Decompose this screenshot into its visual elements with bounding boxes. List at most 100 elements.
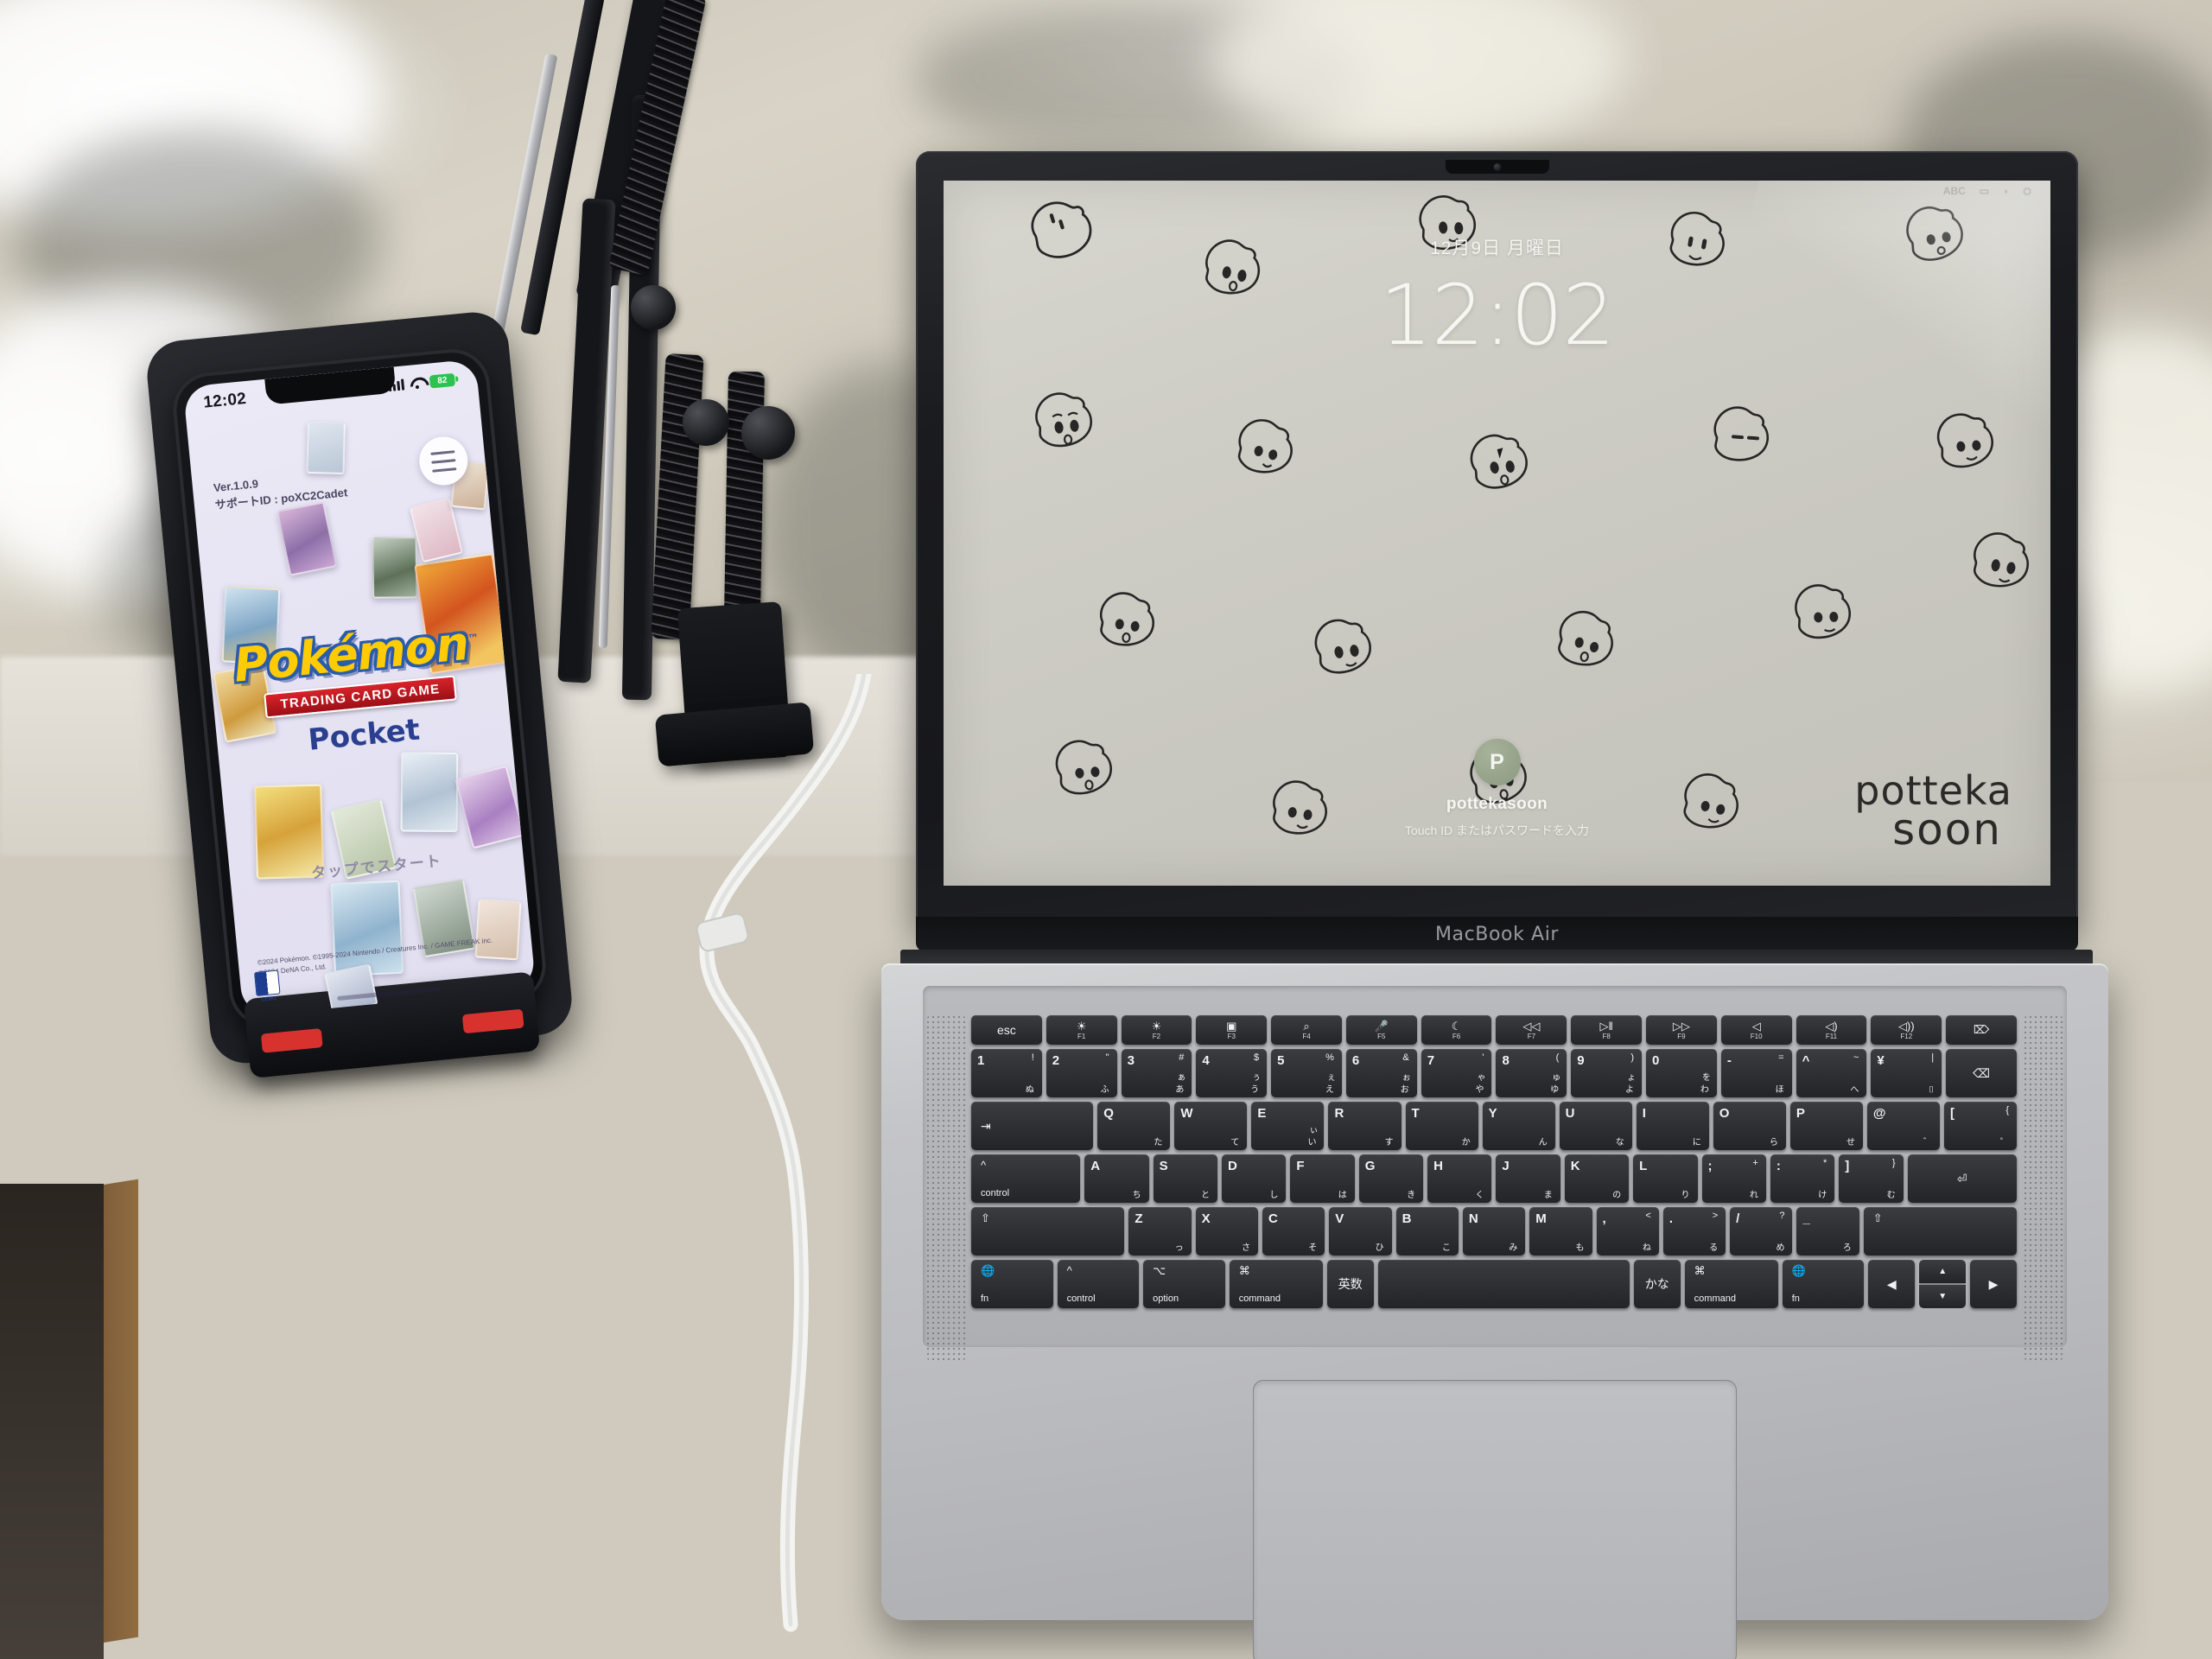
- key-control-bottom[interactable]: ^ control: [1057, 1260, 1140, 1308]
- arm-knob-joint[interactable]: [741, 406, 795, 460]
- key-shift-right[interactable]: ⇧: [1863, 1207, 2018, 1255]
- key-bracket-right[interactable]: ]} む: [1839, 1154, 1904, 1203]
- trackpad[interactable]: [1253, 1380, 1737, 1659]
- key-c[interactable]: Cそ: [1262, 1207, 1325, 1255]
- key-arrow-right[interactable]: ▶: [1970, 1260, 2017, 1308]
- key-y[interactable]: Yん: [1482, 1102, 1555, 1150]
- battery-icon[interactable]: ▭: [1980, 185, 1989, 197]
- keyboard-modifier-row[interactable]: 🌐 fn ^ control ⌥ option ⌘ command 英数 かな ⌘ com…: [971, 1260, 2017, 1308]
- key-f12-volume-up[interactable]: ◁)) F12: [1871, 1015, 1942, 1045]
- key-p[interactable]: Pせ: [1789, 1102, 1863, 1150]
- key-period[interactable]: . > る: [1662, 1207, 1726, 1255]
- key-return[interactable]: ⏎: [1907, 1154, 2017, 1203]
- key-yen[interactable]: ¥ | ⌷: [1871, 1049, 1942, 1097]
- user-avatar[interactable]: P: [1473, 739, 1521, 785]
- key-j[interactable]: Jま: [1496, 1154, 1560, 1203]
- key-z[interactable]: Zっ: [1128, 1207, 1192, 1255]
- key-minus[interactable]: - = ほ: [1720, 1049, 1792, 1097]
- key-f5-dictation-mic[interactable]: 🎤 F5: [1345, 1015, 1417, 1045]
- control-center-icon[interactable]: ⛭: [2023, 185, 2031, 198]
- keyboard-top-letter-row[interactable]: ⇥ Qた Wて Eぃい Rす Tか Yん Uな Iに Oら Pせ @ ゛ [{゜: [971, 1102, 2018, 1150]
- key-arrow-up[interactable]: ▲: [1919, 1260, 1967, 1283]
- key-f8-play-pause[interactable]: ▷ǁ F8: [1571, 1015, 1643, 1045]
- key-l[interactable]: Lり: [1633, 1154, 1698, 1203]
- key-w[interactable]: Wて: [1174, 1102, 1248, 1150]
- macbook-base: esc ☀ F1 ☀ F2 ▣ F3 ⌕ F4 🎤 F5 ☾ F6 ◁◁ F7 ▷ǁ F8 ▷▷…: [881, 963, 2108, 1659]
- key-h[interactable]: Hく: [1427, 1154, 1492, 1203]
- key-o[interactable]: Oら: [1713, 1102, 1786, 1150]
- macbook-display[interactable]: ABC ▭ ◗ ⛭ 12月9日 月曜日 12:02 P pottekasoon …: [944, 181, 2050, 886]
- key-u[interactable]: Uな: [1559, 1102, 1632, 1150]
- key-f2-brightness-up[interactable]: ☀ F2: [1121, 1015, 1192, 1045]
- key-m[interactable]: Mも: [1529, 1207, 1592, 1255]
- key-4[interactable]: 4 $ ぅう: [1196, 1049, 1268, 1097]
- key-f9-next-track[interactable]: ▷▷ F9: [1646, 1015, 1717, 1045]
- key-arrow-left[interactable]: ◀: [1868, 1260, 1916, 1308]
- key-s[interactable]: Sと: [1153, 1154, 1217, 1203]
- key-9[interactable]: 9) ょよ: [1571, 1049, 1643, 1097]
- wallpaper-blob: [1542, 600, 1629, 685]
- key-option-left[interactable]: ⌥ option: [1143, 1260, 1225, 1308]
- key-7[interactable]: 7 ' ゃや: [1421, 1049, 1492, 1097]
- key-caret[interactable]: ^ ~ へ: [1796, 1049, 1867, 1097]
- key-touch-id-power[interactable]: ⌦: [1946, 1015, 2017, 1045]
- key-space[interactable]: [1377, 1260, 1630, 1308]
- key-f1-brightness-down[interactable]: ☀ F1: [1046, 1015, 1117, 1045]
- key-r[interactable]: Rす: [1328, 1102, 1402, 1150]
- arm-knob-lower[interactable]: [683, 399, 729, 446]
- key-command-left[interactable]: ⌘ command: [1229, 1260, 1323, 1308]
- key-arrow-down[interactable]: ▼: [1919, 1285, 1967, 1308]
- arm-knob-upper[interactable]: [631, 285, 676, 330]
- key-arrow-up-down[interactable]: ▲ ▼: [1919, 1260, 1967, 1308]
- keyboard-well: esc ☀ F1 ☀ F2 ▣ F3 ⌕ F4 🎤 F5 ☾ F6 ◁◁ F7 ▷ǁ F8 ▷▷…: [923, 986, 2067, 1361]
- key-command-right[interactable]: ⌘ command: [1684, 1260, 1778, 1308]
- key-f4-spotlight-search[interactable]: ⌕ F4: [1271, 1015, 1342, 1045]
- key-e[interactable]: Eぃい: [1251, 1102, 1325, 1150]
- wallpaper-blob: [1783, 575, 1864, 653]
- key-g[interactable]: Gき: [1358, 1154, 1424, 1203]
- key-8[interactable]: 8(ゅゆ: [1496, 1049, 1567, 1097]
- keyboard-bottom-letter-row[interactable]: ⇧ Zっ Xさ Cそ Vひ Bこ Nみ Mも , < ね . > る /? め _ ろ ⇧: [971, 1207, 2018, 1255]
- key-n[interactable]: Nみ: [1462, 1207, 1526, 1255]
- key-colon[interactable]: : * け: [1770, 1154, 1835, 1203]
- key-5[interactable]: 5% ぇえ: [1271, 1049, 1342, 1097]
- key-fn-globe-right[interactable]: 🌐 fn: [1782, 1260, 1865, 1308]
- keyboard-function-row[interactable]: esc ☀ F1 ☀ F2 ▣ F3 ⌕ F4 🎤 F5 ☾ F6 ◁◁ F7 ▷ǁ F8 ▷▷…: [971, 1015, 2017, 1045]
- key-delete[interactable]: ⌫: [1946, 1049, 2017, 1097]
- key-x[interactable]: Xさ: [1195, 1207, 1258, 1255]
- key-semicolon[interactable]: ; + れ: [1701, 1154, 1766, 1203]
- key-i[interactable]: Iに: [1636, 1102, 1709, 1150]
- key-slash[interactable]: /? め: [1730, 1207, 1793, 1255]
- key-at[interactable]: @ ゛: [1866, 1102, 1940, 1150]
- facetime-camera: [1445, 160, 1549, 174]
- key-f10-mute[interactable]: ◁ F10: [1720, 1015, 1792, 1045]
- keyboard-home-row[interactable]: ^ control Aち Sと Dし Fは Gき Hく Jま Kの Lり ; + れ …: [971, 1154, 2017, 1203]
- key-eisu[interactable]: 英数: [1326, 1260, 1374, 1308]
- key-f3-mission-control[interactable]: ▣ F3: [1196, 1015, 1268, 1045]
- key-b[interactable]: Bこ: [1395, 1207, 1459, 1255]
- key-a[interactable]: Aち: [1084, 1154, 1149, 1203]
- keyboard-number-row[interactable]: 1! ぬ 2 " ふ 3 # ぁあ 4 $ ぅう 5% ぇえ 6 & ぉお 7 ' ゃや 8(ゅゆ 9)…: [971, 1049, 2017, 1097]
- key-f11-volume-down[interactable]: ◁) F11: [1796, 1015, 1867, 1045]
- key-d[interactable]: Dし: [1221, 1154, 1287, 1203]
- key-f7-previous-track[interactable]: ◁◁ F7: [1496, 1015, 1567, 1045]
- key-6[interactable]: 6 & ぉお: [1345, 1049, 1417, 1097]
- macos-menu-bar[interactable]: ABC ▭ ◗ ⛭: [944, 181, 2050, 201]
- key-2[interactable]: 2 " ふ: [1046, 1049, 1117, 1097]
- key-f[interactable]: Fは: [1290, 1154, 1355, 1203]
- key-bracket-left[interactable]: [{゜: [1943, 1102, 2018, 1150]
- menu-input-source[interactable]: ABC: [1943, 185, 1966, 197]
- key-kana[interactable]: かな: [1633, 1260, 1681, 1308]
- keyboard[interactable]: esc ☀ F1 ☀ F2 ▣ F3 ⌕ F4 🎤 F5 ☾ F6 ◁◁ F7 ▷ǁ F8 ▷▷…: [971, 1015, 2018, 1313]
- key-3[interactable]: 3 # ぁあ: [1121, 1049, 1192, 1097]
- key-k[interactable]: Kの: [1564, 1154, 1630, 1203]
- status-bar-indicators: 82: [388, 372, 459, 392]
- key-f6-do-not-disturb[interactable]: ☾ F6: [1421, 1015, 1492, 1045]
- key-v[interactable]: Vひ: [1329, 1207, 1392, 1255]
- key-0[interactable]: 0をわ: [1646, 1049, 1717, 1097]
- key-t[interactable]: Tか: [1405, 1102, 1478, 1150]
- key-underscore[interactable]: _ ろ: [1796, 1207, 1859, 1255]
- key-q[interactable]: Qた: [1097, 1102, 1171, 1150]
- key-comma[interactable]: , < ね: [1596, 1207, 1659, 1255]
- wifi-icon[interactable]: ◗: [2003, 185, 2009, 197]
